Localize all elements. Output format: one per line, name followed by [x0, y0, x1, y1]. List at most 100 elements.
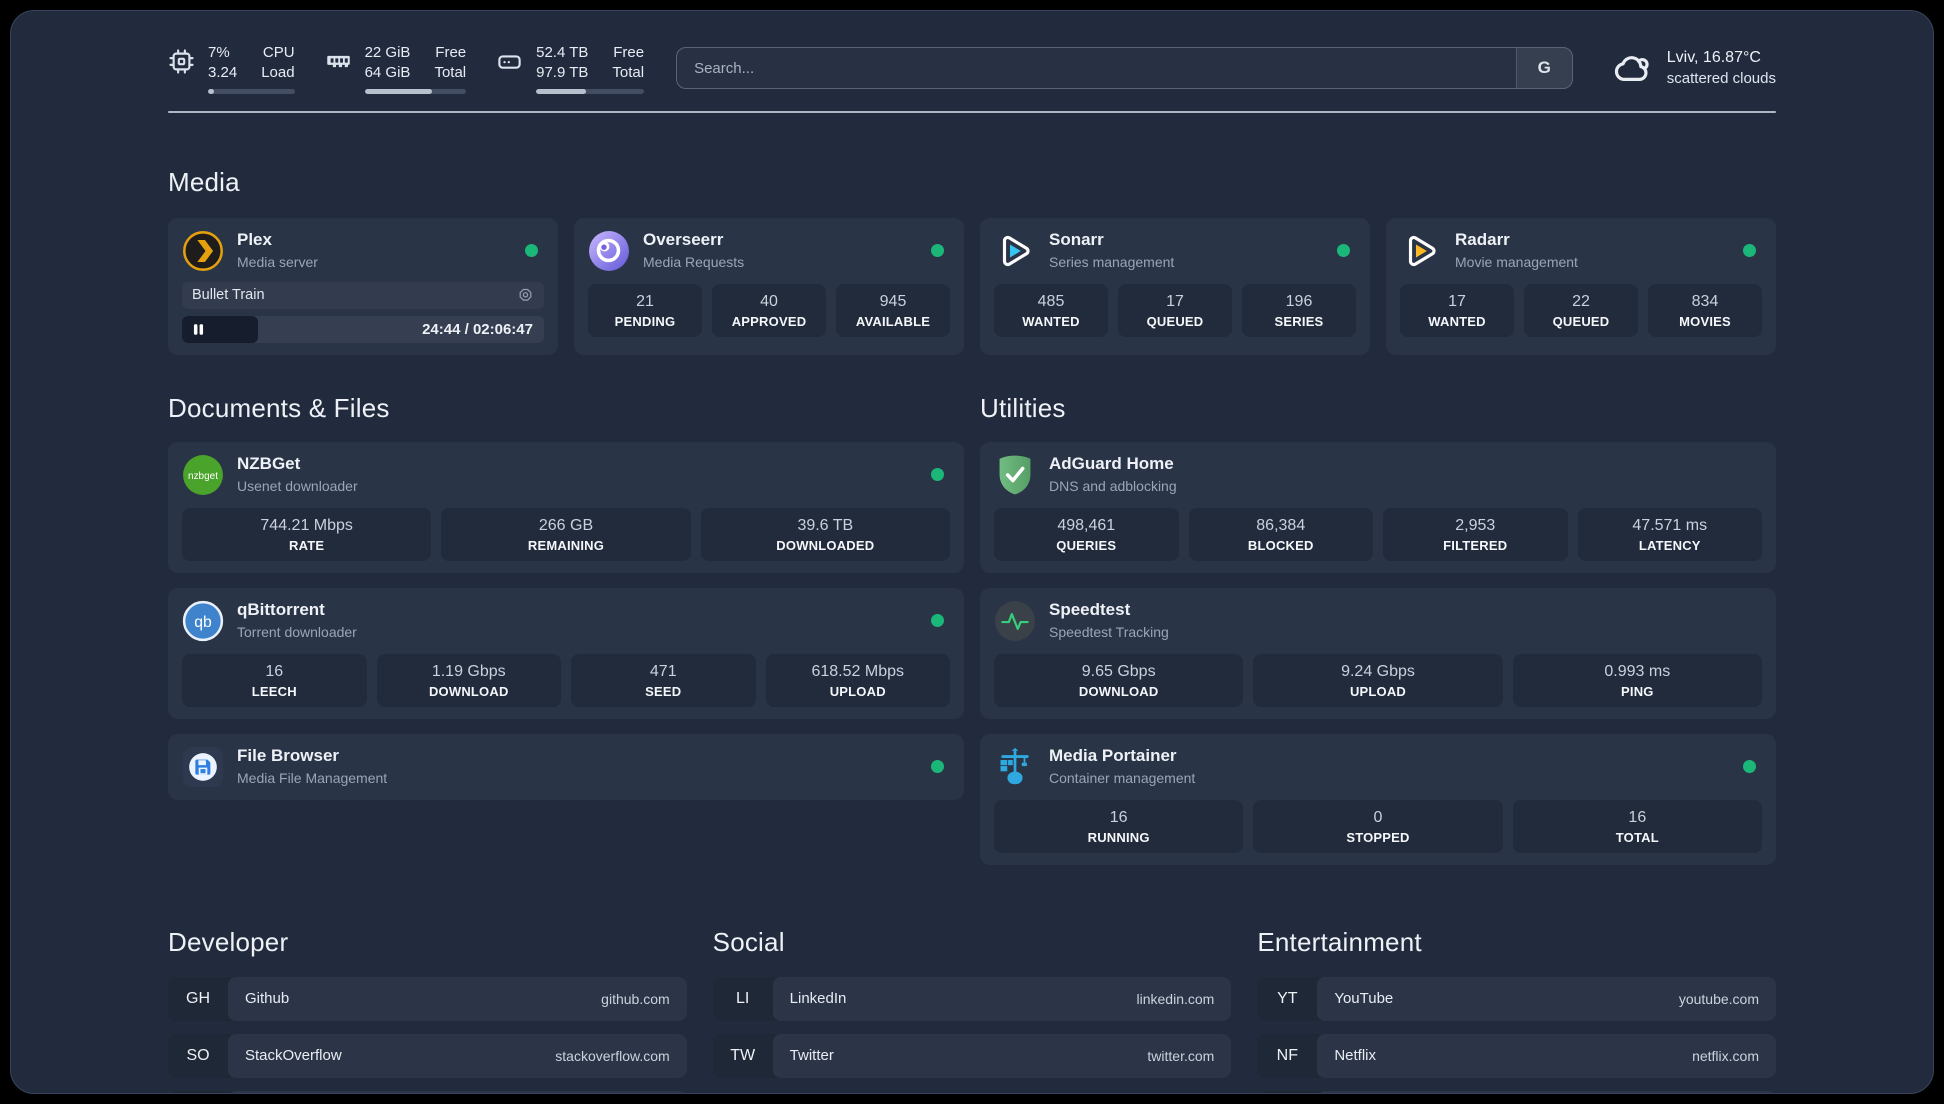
usage-bar: [364, 88, 467, 94]
service-card-sonarr[interactable]: Sonarr Series management 485 WANTED 17 Q…: [980, 217, 1370, 355]
bookmark-github[interactable]: GH Github github.com: [168, 976, 687, 1021]
system-stats: 7% CPU 3.24 Load 22 GiB Free 64 GiB Total 52…: [168, 43, 645, 94]
stat-available: 945 AVAILABLE: [836, 283, 950, 337]
stat-value: 9.24 Gbps: [1341, 662, 1415, 680]
stat-value: 1.19 Gbps: [431, 662, 506, 680]
service-card-plex[interactable]: Plex Media server Bullet Train 24:44 / 0…: [168, 217, 558, 355]
stat-label: Free: [435, 44, 467, 61]
stat-label: RATE: [289, 537, 325, 553]
bookmark-stackoverflow[interactable]: SO StackOverflow stackoverflow.com: [168, 1033, 687, 1078]
service-stats: 16 LEECH 1.19 Gbps DOWNLOAD 471 SEED 618…: [182, 653, 950, 707]
stat-value: 471: [649, 662, 677, 680]
cpu-icon: [168, 48, 195, 75]
stat-seed: 471 SEED: [571, 653, 756, 707]
status-dot: [931, 760, 944, 773]
bookmark-abbr: NF: [1276, 1046, 1298, 1064]
bookmark-linkedin[interactable]: LI LinkedIn linkedin.com: [712, 976, 1232, 1021]
stat-ping: 0.993 ms PING: [1512, 653, 1762, 707]
bookmark-netflix[interactable]: NF Netflix netflix.com: [1257, 1033, 1776, 1078]
stat-value: 40: [760, 292, 778, 310]
bookmark-abbr: DT: [168, 1091, 228, 1094]
middle-columns: Documents & Files nzbget NZBGet Usenet d…: [168, 393, 1776, 865]
service-description: Series management: [1049, 253, 1175, 270]
playback-progress-bar: 24:44 / 02:06:47: [182, 315, 544, 343]
system-stat-memory: 22 GiB Free 64 GiB Total: [325, 43, 467, 94]
service-description: Torrent downloader: [237, 623, 357, 640]
service-card-nzbget[interactable]: nzbget NZBGet Usenet downloader 744.21 M…: [168, 441, 964, 573]
bookmark-abbr: YT: [1277, 989, 1298, 1007]
stat-wanted: 17 WANTED: [1400, 283, 1514, 337]
system-stat-disk: 52.4 TB Free 97.9 TB Total: [496, 43, 645, 94]
usage-bar: [536, 88, 645, 94]
search-bar: G: [676, 47, 1573, 90]
stat-value: 86,384: [1256, 516, 1306, 534]
bookmark-dev[interactable]: DT DEV dev.to: [168, 1090, 687, 1094]
status-dot: [1337, 244, 1350, 257]
stat-value: 47.571 ms: [1632, 516, 1708, 534]
bookmark-group-social: Social LI LinkedIn linkedin.com TW Twitt…: [712, 927, 1232, 1078]
service-stats: 17 WANTED 22 QUEUED 834 MOVIES: [1400, 283, 1762, 337]
service-card-file-browser[interactable]: File Browser Media File Management: [168, 733, 964, 800]
utilities-card-stack: AdGuard Home DNS and adblocking 498,461 …: [980, 441, 1776, 865]
service-card-adguard-home[interactable]: AdGuard Home DNS and adblocking 498,461 …: [980, 441, 1776, 573]
service-card-qbittorrent[interactable]: qb qBittorrent Torrent downloader 16 LEE…: [168, 587, 964, 719]
bookmark-group-developer: Developer GH Github github.com SO StackO…: [168, 926, 687, 1094]
service-name: NZBGet: [237, 454, 301, 474]
stat-value: 9.65 Gbps: [1081, 662, 1156, 680]
service-description: Container management: [1049, 769, 1196, 786]
bookmark-url: stackoverflow.com: [555, 1047, 670, 1064]
stat-series: 196 SERIES: [1242, 283, 1356, 337]
bookmark-url: linkedin.com: [1136, 990, 1215, 1007]
stat-value: 945: [879, 292, 907, 310]
bookmark-twitter[interactable]: TW Twitter twitter.com: [712, 1033, 1232, 1078]
stat-downloaded: 39.6 TB DOWNLOADED: [700, 507, 950, 561]
service-name: qBittorrent: [237, 600, 325, 620]
service-card-speedtest[interactable]: Speedtest Speedtest Tracking 9.65 Gbps D…: [980, 587, 1776, 719]
stat-queued: 22 QUEUED: [1524, 283, 1638, 337]
stat-label: WANTED: [1022, 313, 1080, 329]
bookmark-youtube[interactable]: YT YouTube youtube.com: [1257, 976, 1776, 1021]
stat-label: QUEUED: [1552, 313, 1610, 329]
bookmark-name: YouTube: [1334, 990, 1394, 1007]
service-description: Media server: [237, 253, 318, 270]
stat-label: TOTAL: [1615, 829, 1659, 845]
stat-label: PENDING: [614, 313, 676, 329]
pause-icon: [193, 323, 204, 335]
service-description: Media Requests: [643, 253, 745, 270]
stat-label: QUERIES: [1056, 537, 1117, 553]
stat-label: STOPPED: [1346, 829, 1410, 845]
search-provider-button[interactable]: G: [1515, 48, 1572, 89]
stat-label: Total: [434, 64, 467, 82]
stat-value: 2,953: [1455, 516, 1496, 534]
weather-widget[interactable]: Lviv, 16.87°C scattered clouds: [1611, 47, 1776, 89]
service-card-radarr[interactable]: Radarr Movie management 17 WANTED 22 QUE…: [1386, 217, 1776, 355]
svg-text:qb: qb: [194, 613, 212, 630]
search-input[interactable]: [677, 48, 1516, 89]
stat-download: 1.19 Gbps DOWNLOAD: [376, 653, 561, 707]
stat-value: 52.4 TB: [536, 44, 589, 61]
stat-queries: 498,461 QUERIES: [994, 507, 1179, 561]
bookmark-group-title: Developer: [168, 926, 289, 957]
bookmark-abbr: GH: [186, 989, 210, 1007]
service-card-media-portainer[interactable]: Media Portainer Container management 16 …: [980, 733, 1776, 865]
weather-location: Lviv, 16.87°C: [1666, 49, 1761, 67]
documents-card-stack: nzbget NZBGet Usenet downloader 744.21 M…: [168, 441, 964, 800]
stat-value: 22 GiB: [364, 44, 411, 61]
bookmark-reddit[interactable]: RE Reddit reddit.com: [1257, 1090, 1776, 1093]
adguard-icon: [994, 454, 1036, 496]
stat-label: Total: [612, 64, 645, 82]
service-name: Speedtest: [1049, 600, 1131, 620]
bookmark-abbr: TW: [730, 1046, 756, 1064]
bookmark-group-entertainment: Entertainment YT YouTube youtube.com NF …: [1257, 927, 1776, 1093]
stat-wanted: 485 WANTED: [994, 283, 1108, 337]
stat-pending: 21 PENDING: [588, 283, 702, 337]
stat-movies: 834 MOVIES: [1648, 283, 1762, 337]
section-title-documents: Documents & Files: [168, 392, 390, 423]
sonarr-icon: [994, 230, 1036, 272]
section-utilities: Utilities AdGuard Home DNS and adblockin…: [980, 393, 1776, 865]
service-name: File Browser: [237, 746, 340, 766]
section-documents: Documents & Files nzbget NZBGet Usenet d…: [168, 393, 964, 865]
stat-stopped: 0 STOPPED: [1253, 799, 1503, 853]
service-card-overseerr[interactable]: Overseerr Media Requests 21 PENDING 40 A…: [574, 217, 964, 355]
dashboard-frame: 7% CPU 3.24 Load 22 GiB Free 64 GiB Total 52…: [10, 10, 1934, 1094]
